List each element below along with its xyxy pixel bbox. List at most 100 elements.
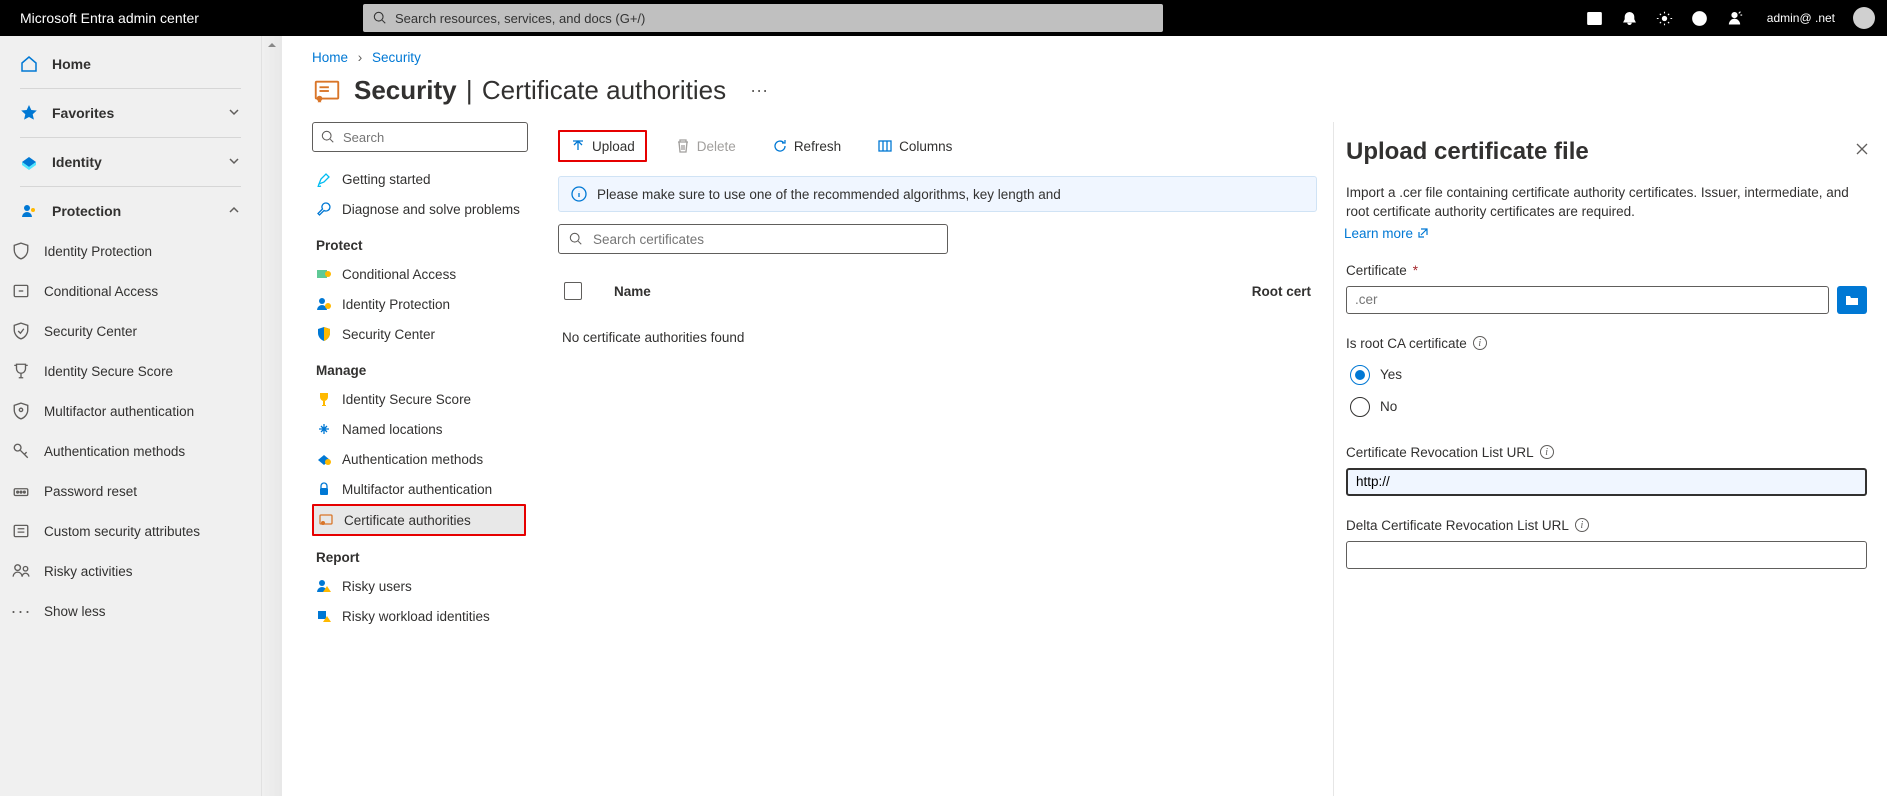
sidebar-item-conditional-access[interactable]: Conditional Access — [0, 271, 261, 311]
breadcrumb: Home › Security — [282, 36, 1887, 75]
refresh-button[interactable]: Refresh — [764, 134, 849, 158]
mfa-icon — [12, 402, 30, 420]
sidebar-item-auth-methods[interactable]: Authentication methods — [0, 431, 261, 471]
sidebar-identity[interactable]: Identity — [0, 142, 261, 182]
select-all-checkbox[interactable] — [564, 282, 582, 300]
sidebar-item-security-center[interactable]: Security Center — [0, 311, 261, 351]
notifications-icon[interactable] — [1621, 10, 1638, 27]
conditional-icon — [316, 266, 332, 282]
settings-icon[interactable] — [1656, 10, 1673, 27]
chevron-down-icon — [227, 105, 241, 122]
protect-heading: Protect — [312, 224, 526, 259]
sidebar-show-less[interactable]: ···Show less — [0, 591, 261, 631]
info-icon[interactable]: i — [1575, 518, 1589, 532]
toolbar: Upload Delete Refresh Columns — [558, 122, 1317, 176]
risky-workload-icon — [316, 608, 332, 624]
sidebar-item-risky[interactable]: Risky activities — [0, 551, 261, 591]
key-icon — [12, 442, 30, 460]
browse-button[interactable] — [1837, 286, 1867, 314]
scrollbar[interactable] — [262, 36, 282, 796]
wrench-icon — [316, 201, 332, 217]
subnav-risky-workload[interactable]: Risky workload identities — [312, 601, 526, 631]
content-area: Home › Security Security | Certificate a… — [282, 36, 1887, 796]
close-button[interactable] — [1855, 142, 1869, 159]
blade-subnav: « Getting started Diagnose and solve pro… — [282, 122, 532, 796]
columns-icon — [877, 138, 893, 154]
cloudshell-icon[interactable] — [1586, 10, 1603, 27]
conditional-icon — [12, 282, 30, 300]
sidebar-favorites[interactable]: Favorites — [0, 93, 261, 133]
col-root[interactable]: Root cert — [1252, 284, 1311, 299]
cert-file-input[interactable] — [1346, 286, 1829, 314]
search-certs[interactable] — [558, 224, 948, 254]
subnav-diagnose[interactable]: Diagnose and solve problems — [312, 194, 526, 224]
cert-icon — [318, 512, 334, 528]
rocket-icon — [316, 171, 332, 187]
auth-icon — [316, 451, 332, 467]
columns-button[interactable]: Columns — [869, 134, 960, 158]
search-icon — [373, 11, 387, 25]
sidebar-protection[interactable]: Protection — [0, 191, 261, 231]
subnav-identity-protection[interactable]: Identity Protection — [312, 289, 526, 319]
delta-input[interactable] — [1346, 541, 1867, 569]
radio-yes[interactable]: Yes — [1346, 359, 1867, 391]
table-header: Name Root cert — [558, 272, 1317, 310]
home-icon — [20, 55, 38, 73]
subnav-risky-users[interactable]: Risky users — [312, 571, 526, 601]
feedback-icon[interactable] — [1726, 10, 1743, 27]
search-icon — [569, 232, 583, 246]
sidebar-item-custom-attrs[interactable]: Custom security attributes — [0, 511, 261, 551]
upload-button[interactable]: Upload — [558, 130, 647, 162]
sidebar-home[interactable]: Home — [0, 44, 261, 84]
help-icon[interactable] — [1691, 10, 1708, 27]
info-icon[interactable]: i — [1540, 445, 1554, 459]
attrs-icon — [12, 522, 30, 540]
subnav-conditional-access[interactable]: Conditional Access — [312, 259, 526, 289]
password-icon — [12, 482, 30, 500]
breadcrumb-security[interactable]: Security — [372, 50, 421, 65]
subnav-named-locations[interactable]: Named locations — [312, 414, 526, 444]
cert-field: Certificate * — [1344, 263, 1867, 314]
learn-more-link[interactable]: Learn more — [1344, 226, 1429, 241]
radio-no[interactable]: No — [1346, 391, 1867, 423]
info-icon[interactable]: i — [1473, 336, 1487, 350]
subnav-getting-started[interactable]: Getting started — [312, 164, 526, 194]
subnav-auth-methods[interactable]: Authentication methods — [312, 444, 526, 474]
subnav-cert-authorities[interactable]: Certificate authorities — [312, 504, 526, 536]
risky-icon — [12, 562, 30, 580]
empty-message: No certificate authorities found — [558, 310, 1317, 365]
info-icon — [571, 186, 587, 202]
lock-icon — [316, 481, 332, 497]
subnav-search-input[interactable] — [343, 130, 519, 145]
sidebar-item-secure-score[interactable]: Identity Secure Score — [0, 351, 261, 391]
sidebar-item-password-reset[interactable]: Password reset — [0, 471, 261, 511]
subnav-security-center[interactable]: Security Center — [312, 319, 526, 349]
page-title: Security — [354, 75, 457, 105]
delete-button: Delete — [667, 134, 744, 158]
top-header: Microsoft Entra admin center Search reso… — [0, 0, 1887, 36]
search-certs-input[interactable] — [593, 232, 937, 247]
location-icon — [316, 421, 332, 437]
report-heading: Report — [312, 536, 526, 571]
avatar[interactable] — [1853, 7, 1875, 29]
sidebar-item-mfa[interactable]: Multifactor authentication — [0, 391, 261, 431]
shield-icon — [12, 242, 30, 260]
breadcrumb-home[interactable]: Home — [312, 50, 348, 65]
subnav-secure-score[interactable]: Identity Secure Score — [312, 384, 526, 414]
external-icon — [1417, 227, 1429, 239]
sidebar-item-identity-protection[interactable]: Identity Protection — [0, 231, 261, 271]
subnav-search[interactable] — [312, 122, 528, 152]
product-title: Microsoft Entra admin center — [20, 10, 199, 26]
detail-pane: Upload Delete Refresh Columns — [532, 122, 1333, 796]
page-subtitle: Certificate authorities — [482, 75, 726, 105]
refresh-icon — [772, 138, 788, 154]
col-name[interactable]: Name — [614, 284, 651, 299]
more-icon[interactable]: ··· — [750, 80, 768, 101]
crl-input[interactable] — [1346, 468, 1867, 496]
panel-title: Upload certificate file — [1344, 138, 1867, 166]
shield-icon — [316, 326, 332, 342]
user-label[interactable]: admin@ .net — [1767, 11, 1835, 25]
subnav-mfa[interactable]: Multifactor authentication — [312, 474, 526, 504]
global-search[interactable]: Search resources, services, and docs (G+… — [363, 4, 1163, 32]
identity-icon — [20, 153, 38, 171]
